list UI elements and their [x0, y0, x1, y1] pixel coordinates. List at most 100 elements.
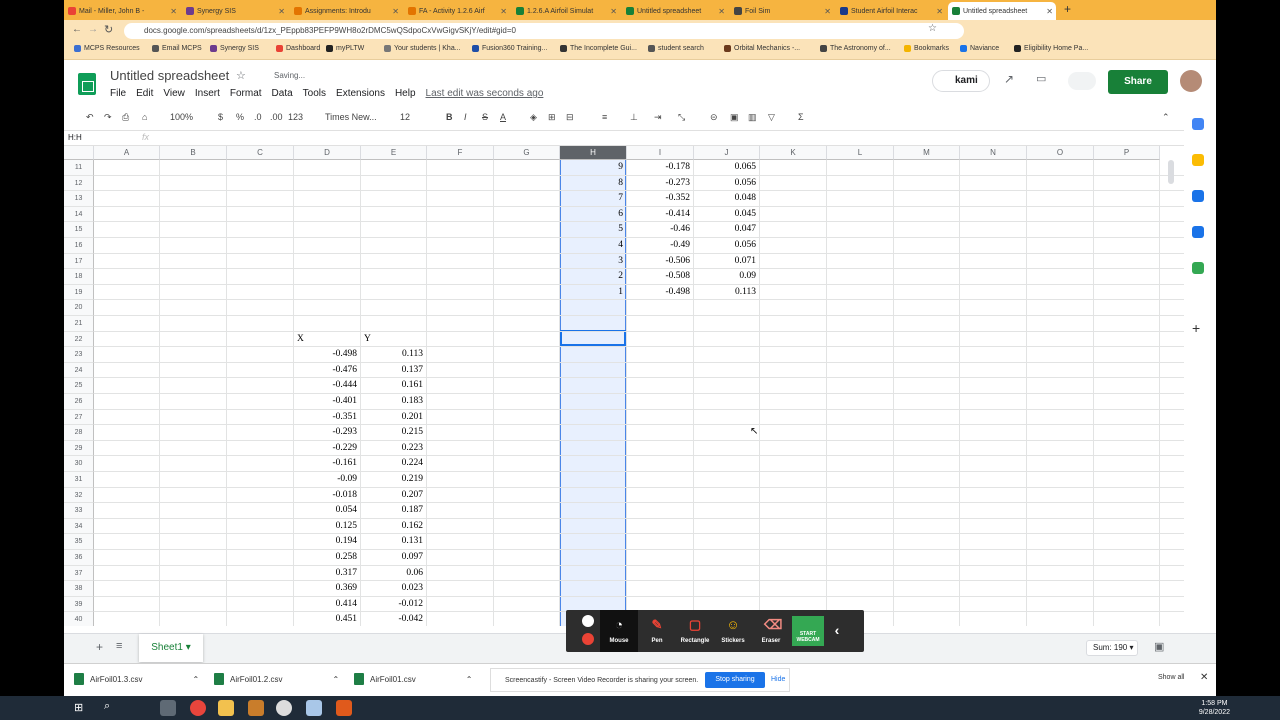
insert-link-icon[interactable]: ⊝ [710, 112, 718, 123]
active-cell[interactable] [560, 330, 626, 346]
row-header[interactable]: 11 [64, 160, 94, 176]
cell-e[interactable]: 0.06 [361, 567, 423, 581]
cell-j[interactable]: 0.065 [694, 161, 756, 175]
close-tab-icon[interactable]: ✕ [278, 7, 285, 16]
row-header[interactable]: 13 [64, 191, 94, 207]
sheet-tab-sheet1[interactable]: Sheet1 ▾ [139, 634, 203, 662]
close-tab-icon[interactable]: ✕ [936, 7, 943, 16]
cell-d[interactable]: -0.476 [294, 364, 357, 378]
sum-indicator[interactable]: Sum: 190 ▾ [1086, 640, 1138, 656]
castify-tool-eraser[interactable]: ⌫ Eraser [752, 610, 790, 652]
column-header[interactable]: K [760, 146, 827, 160]
cell-e[interactable]: 0.187 [361, 504, 423, 518]
bookmark-item[interactable]: Bookmarks [904, 45, 949, 52]
cell-d[interactable]: 0.125 [294, 520, 357, 534]
cell-i[interactable]: -0.49 [627, 239, 690, 253]
menu-item[interactable]: View [163, 88, 185, 99]
cell-e[interactable]: 0.183 [361, 395, 423, 409]
browser-tab[interactable]: 1.2.6.A Airfoil Simulat ✕ [512, 2, 620, 20]
cell-j[interactable]: 0.056 [694, 177, 756, 191]
bookmark-item[interactable]: Orbital Mechanics -... [724, 45, 800, 52]
browser-tab[interactable]: Student Airfoil Interac ✕ [836, 2, 946, 20]
row-header[interactable]: 30 [64, 456, 94, 472]
close-downloads-icon[interactable]: ✕ [1200, 672, 1208, 683]
share-button[interactable]: Share [1108, 70, 1168, 94]
castify-tool-mouse[interactable]: ◔ Mouse [600, 610, 638, 652]
text-rotate-icon[interactable]: ⤡ [678, 112, 685, 123]
app-icon[interactable] [248, 700, 264, 716]
cell-h[interactable]: 8 [560, 177, 623, 191]
row-header[interactable]: 24 [64, 362, 94, 379]
cell-d[interactable]: -0.351 [294, 411, 357, 425]
row-header[interactable]: 14 [64, 206, 94, 223]
column-header[interactable]: J [694, 146, 760, 160]
browser-tab[interactable]: Untitled spreadsheet ✕ [948, 2, 1056, 20]
new-tab-icon[interactable]: + [1064, 2, 1071, 16]
cell-h[interactable]: 4 [560, 239, 623, 253]
kami-button[interactable]: kami [932, 70, 990, 92]
castify-tool-stickers[interactable]: ☺ Stickers [714, 610, 752, 652]
cell-i[interactable]: -0.273 [627, 177, 690, 191]
download-menu-icon[interactable]: ⌃ [332, 675, 339, 684]
windows-start-icon[interactable]: ⊞ [74, 701, 83, 714]
close-tab-icon[interactable]: ✕ [1046, 7, 1053, 16]
explore-icon[interactable]: ▣ [1154, 640, 1164, 653]
cell-i[interactable]: -0.352 [627, 192, 690, 206]
cell-j[interactable]: 0.045 [694, 208, 756, 222]
forward-icon[interactable]: → [88, 24, 98, 35]
functions-icon[interactable]: Σ [798, 112, 804, 122]
cell-h[interactable]: 2 [560, 270, 623, 284]
cell-d[interactable]: 0.317 [294, 567, 357, 581]
percent-format-button[interactable]: % [236, 112, 244, 122]
bookmark-item[interactable]: Dashboard [276, 45, 320, 52]
cell-e[interactable]: 0.131 [361, 535, 423, 549]
bookmark-item[interactable]: Eligibility Home Pa... [1014, 45, 1088, 52]
cell-d[interactable]: 0.194 [294, 535, 357, 549]
doc-title[interactable]: Untitled spreadsheet [110, 68, 229, 83]
chrome-icon[interactable] [190, 700, 206, 716]
row-header[interactable]: 21 [64, 316, 94, 332]
column-header[interactable]: D [294, 146, 361, 160]
column-header[interactable]: A [94, 146, 160, 160]
italic-icon[interactable]: I [464, 112, 467, 122]
bookmark-item[interactable]: MCPS Resources [74, 45, 140, 52]
stop-record-icon[interactable] [582, 633, 594, 645]
menu-item[interactable]: Insert [195, 88, 220, 99]
close-tab-icon[interactable]: ✕ [824, 7, 831, 16]
align-horizontal-icon[interactable]: ≡ [602, 112, 607, 122]
cell-e[interactable]: 0.207 [361, 489, 423, 503]
cell-e[interactable]: -0.012 [361, 598, 423, 612]
show-all-button[interactable]: Show all [1158, 674, 1184, 681]
side-keep-icon[interactable] [1192, 154, 1204, 166]
cell-e[interactable]: 0.223 [361, 442, 423, 456]
row-header[interactable]: 33 [64, 503, 94, 519]
menu-item[interactable]: Extensions [336, 88, 385, 99]
cell-d[interactable]: -0.09 [294, 473, 357, 487]
row-header[interactable]: 23 [64, 347, 94, 363]
cell-h[interactable]: 7 [560, 192, 623, 206]
start-webcam-button[interactable]: START WEBCAM [792, 616, 824, 646]
collapse-toolbar-icon[interactable]: ‹ [826, 610, 848, 652]
menu-item[interactable]: Edit [136, 88, 153, 99]
cell-i[interactable]: -0.506 [627, 255, 690, 269]
cell-j[interactable]: 0.056 [694, 239, 756, 253]
column-header[interactable]: P [1094, 146, 1160, 160]
row-header[interactable]: 34 [64, 518, 94, 535]
row-header[interactable]: 28 [64, 425, 94, 441]
cell-e[interactable]: 0.023 [361, 582, 423, 596]
text-wrap-icon[interactable]: ⇥ [654, 112, 662, 123]
app-icon[interactable] [306, 700, 322, 716]
cell-h[interactable]: 5 [560, 223, 623, 237]
paint-format-icon[interactable]: ⌂ [142, 112, 147, 122]
cell-i[interactable]: -0.498 [627, 286, 690, 300]
row-header[interactable]: 36 [64, 550, 94, 566]
sheets-logo-icon[interactable] [78, 73, 96, 95]
side-maps-icon[interactable] [1192, 262, 1204, 274]
bookmark-item[interactable]: Synergy SIS [210, 45, 259, 52]
cell-d[interactable]: 0.451 [294, 613, 357, 626]
url-input[interactable]: docs.google.com/spreadsheets/d/1zx_PEppb… [124, 23, 964, 39]
row-header[interactable]: 20 [64, 300, 94, 316]
cell-e[interactable]: 0.224 [361, 457, 423, 471]
column-header[interactable]: C [227, 146, 294, 160]
column-header[interactable]: N [960, 146, 1027, 160]
